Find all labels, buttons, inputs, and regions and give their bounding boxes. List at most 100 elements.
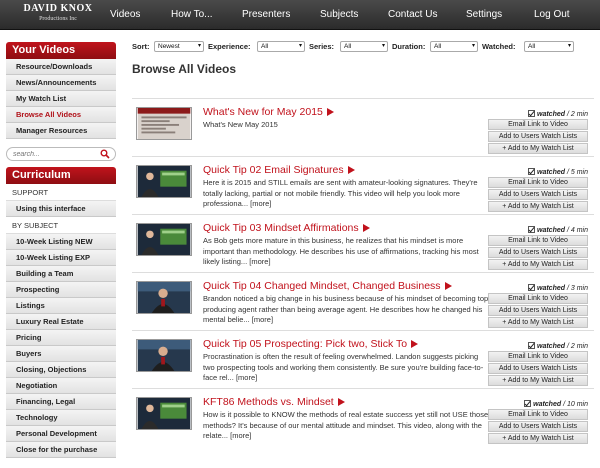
video-actions: Email Link to Video Add to Users Watch Li… (488, 293, 588, 329)
chevron-down-icon: ▾ (471, 43, 475, 49)
sidebar-item-resource-downloads[interactable]: Resource/Downloads (6, 59, 116, 75)
video-actions: Email Link to Video Add to Users Watch Li… (488, 409, 588, 445)
add-to-my-watch-list-button[interactable]: + Add to My Watch List (488, 201, 588, 212)
play-icon[interactable] (362, 224, 370, 233)
series-select[interactable]: All ▾ (340, 41, 388, 52)
nav-settings[interactable]: Settings (466, 8, 502, 22)
add-to-my-watch-list-button[interactable]: + Add to My Watch List (488, 433, 588, 444)
sidebar-item-subject[interactable]: Personal Development (6, 426, 116, 442)
sidebar-item-using-interface[interactable]: Using this interface (6, 201, 116, 217)
more-link[interactable]: [more] (249, 257, 270, 266)
logo[interactable]: DAVID KNOX Productions Inc (18, 3, 98, 27)
video-title: KFT86 Methods vs. Mindset (203, 396, 334, 408)
sidebar-item-subject[interactable]: Building a Team (6, 266, 116, 282)
more-link[interactable]: [more] (252, 315, 273, 324)
sidebar-item-subject[interactable]: Financing, Legal (6, 394, 116, 410)
video-title-link[interactable]: Quick Tip 03 Mindset Affirmations (203, 222, 370, 234)
sidebar-item-browse-all-videos[interactable]: Browse All Videos (6, 107, 116, 123)
sidebar-item-subject[interactable]: 10-Week Listing NEW (6, 234, 116, 250)
add-to-users-watch-lists-button[interactable]: Add to Users Watch Lists (488, 131, 588, 142)
add-to-my-watch-list-button[interactable]: + Add to My Watch List (488, 143, 588, 154)
play-icon[interactable] (347, 166, 355, 175)
sidebar-item-my-watch-list[interactable]: My Watch List (6, 91, 116, 107)
add-to-my-watch-list-button[interactable]: + Add to My Watch List (488, 375, 588, 386)
sidebar-item-subject[interactable]: Negotiation (6, 378, 116, 394)
watched-checkbox[interactable] (528, 110, 536, 117)
video-thumbnail[interactable] (136, 397, 192, 430)
more-link[interactable]: [more] (250, 199, 271, 208)
email-link-button[interactable]: Email Link to Video (488, 409, 588, 420)
chevron-down-icon: ▾ (298, 43, 302, 49)
email-link-button[interactable]: Email Link to Video (488, 351, 588, 362)
nav-how-to[interactable]: How To... (171, 8, 213, 22)
play-icon[interactable] (411, 340, 419, 349)
sidebar-item-subject[interactable]: Closing, Objections (6, 362, 116, 378)
sort-select[interactable]: Newest ▾ (154, 41, 204, 52)
video-thumbnail[interactable] (136, 107, 192, 140)
sidebar-item-subject[interactable]: Close for the purchase (6, 442, 116, 458)
video-title-link[interactable]: Quick Tip 02 Email Signatures (203, 164, 355, 176)
email-link-button[interactable]: Email Link to Video (488, 177, 588, 188)
watched-status: watched / 10 min (524, 400, 588, 408)
video-title-link[interactable]: Quick Tip 05 Prospecting: Pick two, Stic… (203, 338, 419, 350)
watched-text: watched (537, 227, 566, 234)
video-description: Brandon noticed a big change in his busi… (203, 294, 489, 326)
video-actions: Email Link to Video Add to Users Watch Li… (488, 177, 588, 213)
play-icon[interactable] (444, 282, 452, 291)
watched-checkbox[interactable] (528, 284, 536, 291)
sidebar-item-subject[interactable]: Buyers (6, 346, 116, 362)
more-link[interactable]: [more] (236, 373, 257, 382)
sidebar-item-news-announcements[interactable]: News/Announcements (6, 75, 116, 91)
email-link-button[interactable]: Email Link to Video (488, 293, 588, 304)
watched-select[interactable]: All ▾ (524, 41, 574, 52)
video-thumbnail[interactable] (136, 223, 192, 256)
add-to-my-watch-list-button[interactable]: + Add to My Watch List (488, 317, 588, 328)
your-videos-header: Your Videos (6, 42, 116, 59)
watched-checkbox[interactable] (528, 226, 536, 233)
sidebar-item-subject[interactable]: Pricing (6, 330, 116, 346)
email-link-button[interactable]: Email Link to Video (488, 119, 588, 130)
add-to-my-watch-list-button[interactable]: + Add to My Watch List (488, 259, 588, 270)
video-title-link[interactable]: Quick Tip 04 Changed Mindset, Changed Bu… (203, 280, 452, 292)
nav-contact-us[interactable]: Contact Us (388, 8, 437, 22)
search-box (6, 147, 116, 161)
video-title-link[interactable]: What's New for May 2015 (203, 106, 334, 118)
watched-status: watched / 2 min (528, 110, 588, 118)
add-to-users-watch-lists-button[interactable]: Add to Users Watch Lists (488, 247, 588, 258)
search-input[interactable] (13, 148, 98, 160)
thumbnail-presenter-image (137, 166, 191, 197)
play-icon[interactable] (337, 398, 345, 407)
watched-checkbox[interactable] (524, 400, 532, 407)
video-thumbnail[interactable] (136, 339, 192, 372)
nav-videos[interactable]: Videos (110, 8, 140, 22)
nav-presenters[interactable]: Presenters (242, 8, 290, 22)
email-link-button[interactable]: Email Link to Video (488, 235, 588, 246)
nav-log-out[interactable]: Log Out (534, 8, 570, 22)
thumbnail-presenter-image (137, 340, 191, 371)
sidebar-item-subject[interactable]: 10-Week Listing EXP (6, 250, 116, 266)
video-duration: / 2 min (566, 111, 588, 118)
sidebar-item-manager-resources[interactable]: Manager Resources (6, 123, 116, 139)
sidebar-item-subject[interactable]: Listings (6, 298, 116, 314)
watched-value: All (528, 43, 536, 50)
watched-checkbox[interactable] (528, 342, 536, 349)
video-thumbnail[interactable] (136, 165, 192, 198)
sidebar-item-subject[interactable]: Luxury Real Estate (6, 314, 116, 330)
experience-select[interactable]: All ▾ (257, 41, 305, 52)
add-to-users-watch-lists-button[interactable]: Add to Users Watch Lists (488, 421, 588, 432)
sidebar-item-subject[interactable]: Prospecting (6, 282, 116, 298)
duration-select[interactable]: All ▾ (430, 41, 478, 52)
watched-checkbox[interactable] (528, 168, 536, 175)
play-icon[interactable] (326, 108, 334, 117)
nav-subjects[interactable]: Subjects (320, 8, 358, 22)
thumbnail-slide-image (137, 108, 191, 139)
add-to-users-watch-lists-button[interactable]: Add to Users Watch Lists (488, 189, 588, 200)
search-icon[interactable] (100, 149, 110, 159)
video-title-link[interactable]: KFT86 Methods vs. Mindset (203, 396, 345, 408)
video-thumbnail[interactable] (136, 281, 192, 314)
sidebar-item-subject[interactable]: Technology (6, 410, 116, 426)
add-to-users-watch-lists-button[interactable]: Add to Users Watch Lists (488, 363, 588, 374)
video-duration: / 10 min (563, 401, 588, 408)
more-link[interactable]: [more] (230, 431, 251, 440)
add-to-users-watch-lists-button[interactable]: Add to Users Watch Lists (488, 305, 588, 316)
